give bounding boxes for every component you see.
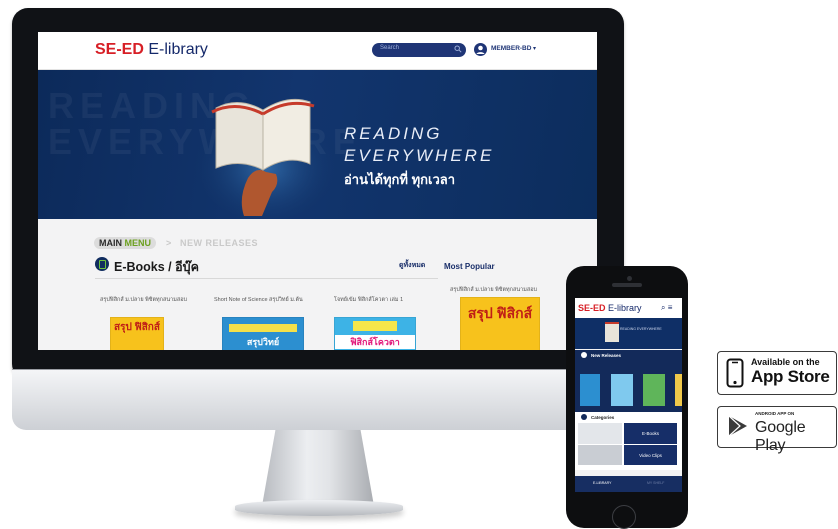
imac-stand xyxy=(262,430,374,506)
phone-camera xyxy=(627,276,632,281)
phone-book-cover[interactable] xyxy=(643,374,665,406)
top-navbar: SE-ED E-library Search MEMBER-BD ▾ xyxy=(38,32,597,70)
search-box[interactable]: Search xyxy=(372,43,466,57)
book-cover-text: สรุป ฟิสิกส์ xyxy=(467,305,533,321)
phone-ebooks-button[interactable]: E-Books xyxy=(624,423,677,444)
site-logo[interactable]: SE-ED E-library xyxy=(95,41,208,59)
book-cover-band xyxy=(353,321,397,331)
breadcrumb-main-menu[interactable]: MAIN MENU xyxy=(94,237,157,249)
phone-tab-myshelf[interactable]: MY SHELF xyxy=(647,481,664,485)
user-avatar-icon[interactable] xyxy=(474,43,487,56)
book-cover-text: สรุปวิทย์ xyxy=(246,337,280,347)
see-all-link[interactable]: ดูทั้งหมด xyxy=(399,260,425,271)
home-button[interactable] xyxy=(612,505,636,529)
phone-book-illustration xyxy=(605,322,619,342)
phone-book-cover[interactable] xyxy=(611,374,633,406)
book-cover-text: ฟิสิกส์โควตา xyxy=(335,335,415,349)
section-title: E-Books / อีบุ๊ค xyxy=(114,260,199,274)
app-store-big-text: App Store xyxy=(751,367,830,386)
book-cover-band xyxy=(229,324,297,332)
phone-logo-secondary: E-library xyxy=(608,303,642,313)
breadcrumb-separator: > xyxy=(166,238,172,248)
phone-logo-primary: SE-ED xyxy=(578,303,606,313)
book-title[interactable]: สรุปฟิสิกส์ ม.ปลาย พิชิตทุกสนามสอบ xyxy=(100,296,187,304)
google-play-small-text: ANDROID APP ON xyxy=(755,411,795,416)
breadcrumb-main-label: MAIN xyxy=(99,238,122,248)
phone-screen: SE-ED E-library ⌕ ≡ READING EVERYWHERE N… xyxy=(575,298,682,492)
ebook-icon xyxy=(95,257,109,271)
google-play-badge[interactable]: ANDROID APP ON Google Play xyxy=(717,406,837,454)
app-store-badge[interactable]: Available on the App Store xyxy=(717,351,837,395)
book-title[interactable]: โจทย์เข้ม ฟิสิกส์โควตา เล่ม 1 xyxy=(334,296,403,304)
phone-new-releases-label: New Releases xyxy=(591,353,622,358)
user-name[interactable]: MEMBER-BD xyxy=(491,45,531,52)
video-clips-button-label: Video Clips xyxy=(639,453,662,458)
phone-tab-bar xyxy=(575,476,682,492)
phone-book-cover[interactable] xyxy=(580,374,600,406)
user-menu-chevron-down-icon[interactable]: ▾ xyxy=(533,45,536,52)
phone-hero-text: READING EVERYWHERE xyxy=(620,327,662,331)
new-releases-icon xyxy=(581,352,587,358)
phone-book-cover[interactable] xyxy=(675,374,682,406)
categories-icon xyxy=(581,414,587,420)
imac-chin xyxy=(12,369,624,430)
play-store-icon xyxy=(728,415,747,437)
ebooks-button-label: E-Books xyxy=(641,431,659,436)
iphone-icon xyxy=(726,358,744,388)
phone-categories-label: Categories xyxy=(591,415,615,420)
desktop-screen: SE-ED E-library Search MEMBER-BD ▾ READI… xyxy=(38,32,597,350)
open-book-illustration xyxy=(194,98,338,218)
most-popular-title: Most Popular xyxy=(444,262,495,271)
imac-base xyxy=(235,500,403,516)
ebooks-thumbnail xyxy=(578,423,622,444)
book-cover[interactable]: ฟิสิกส์โควตา xyxy=(334,317,416,350)
phone-speaker xyxy=(612,283,642,287)
book-title[interactable]: Short Note of Science สรุปวิทย์ ม.ต้น xyxy=(214,296,303,304)
logo-secondary: E-library xyxy=(148,41,208,58)
popular-book-title[interactable]: สรุปฟิสิกส์ ม.ปลาย พิชิตทุกสนามสอบ xyxy=(450,286,537,294)
book-cover-text: สรุป ฟิสิกส์ xyxy=(114,322,160,333)
breadcrumb-current[interactable]: NEW RELEASES xyxy=(180,238,258,248)
phone-hero[interactable] xyxy=(575,318,682,349)
hero-tagline: อ่านได้ทุกที่ ทุกเวลา xyxy=(344,172,456,187)
phone-search-menu-icon[interactable]: ⌕ ≡ xyxy=(661,303,672,313)
phone-video-clips-button[interactable]: Video Clips xyxy=(624,445,677,465)
search-placeholder: Search xyxy=(380,45,400,51)
book-cover[interactable]: สรุป ฟิสิกส์ xyxy=(110,317,164,350)
google-play-big-text: Google Play xyxy=(755,419,806,454)
hero-headline-1: READING xyxy=(344,124,443,143)
logo-primary: SE-ED xyxy=(95,41,144,58)
phone-logo[interactable]: SE-ED E-library xyxy=(578,303,642,313)
section-divider xyxy=(95,278,438,279)
book-cover[interactable]: สรุปวิทย์ xyxy=(222,317,304,350)
hero-headline-2: EVERYWHERE xyxy=(344,146,495,165)
app-store-small-text: Available on the xyxy=(751,357,820,367)
popular-book-cover[interactable]: สรุป ฟิสิกส์ xyxy=(460,297,540,350)
video-thumbnail xyxy=(578,445,622,465)
search-icon[interactable] xyxy=(454,45,462,53)
hero-banner[interactable]: READING EVERYWHERE READING EVERYWHERE อ่… xyxy=(38,70,597,219)
breadcrumb-menu-label: MENU xyxy=(124,238,152,248)
phone-tab-elibrary[interactable]: E-LIBRARY xyxy=(593,481,611,485)
